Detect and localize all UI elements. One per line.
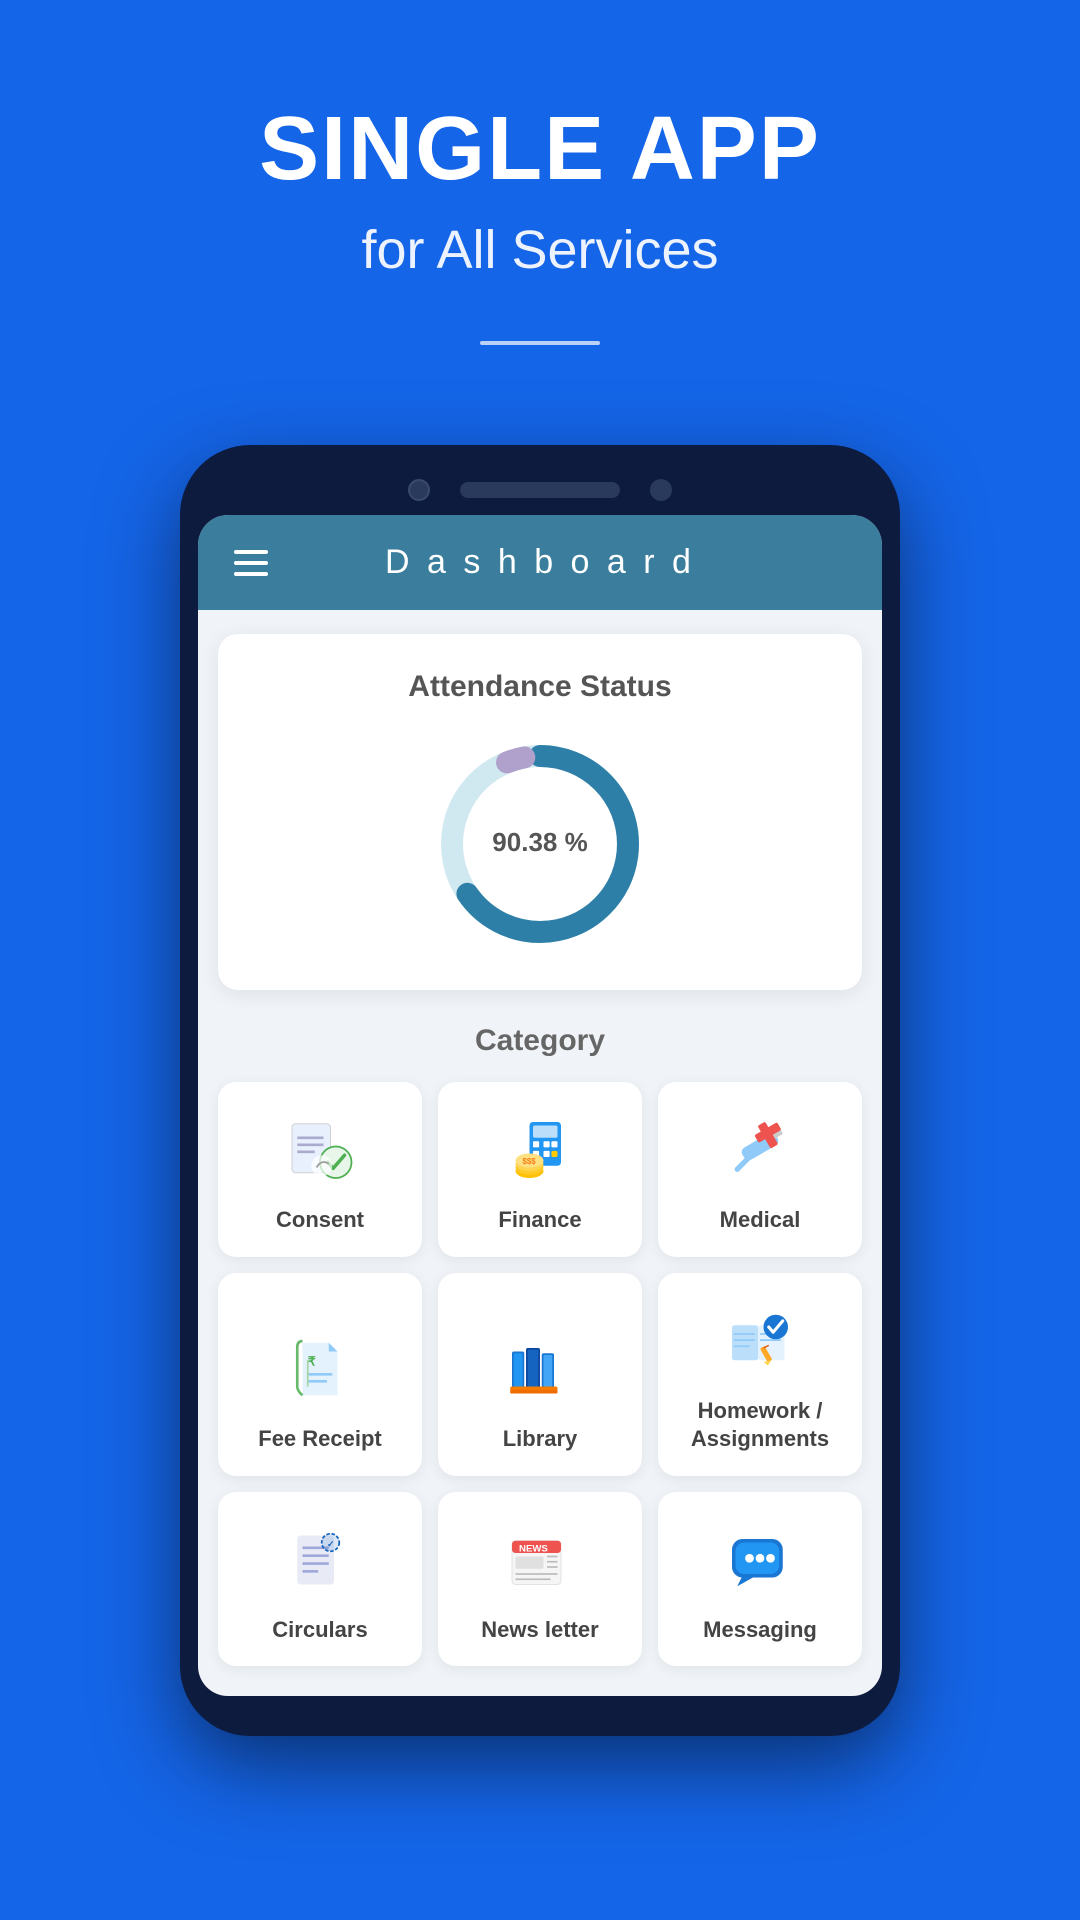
newsletter-label: News letter <box>481 1616 598 1645</box>
hero-section: SINGLE APP for All Services <box>0 0 1080 445</box>
hamburger-icon[interactable] <box>234 550 268 576</box>
attendance-card: Attendance Status 90.38 % <box>218 634 862 990</box>
medical-icon <box>720 1110 800 1190</box>
dashboard-title: D a s h b o a r d <box>385 543 695 582</box>
library-icon <box>500 1329 580 1409</box>
category-section: Category <box>198 1014 882 1696</box>
sensor-icon <box>650 479 672 501</box>
svg-text:$$$: $$$ <box>523 1157 537 1166</box>
category-item-fee-receipt[interactable]: ₹ Fee Receipt <box>218 1273 422 1476</box>
phone-notch <box>198 465 882 515</box>
category-title: Category <box>218 1024 862 1058</box>
circulars-label: Circulars <box>272 1616 367 1645</box>
phone-wrapper: D a s h b o a r d Attendance Status 90.3… <box>0 445 1080 1736</box>
fee-receipt-label: Fee Receipt <box>258 1425 382 1454</box>
library-label: Library <box>503 1425 578 1454</box>
speaker-grille <box>460 482 620 498</box>
attendance-status-label: Attendance Status <box>248 670 832 704</box>
medical-label: Medical <box>720 1206 801 1235</box>
finance-label: Finance <box>498 1206 581 1235</box>
finance-icon: $$$ <box>500 1110 580 1190</box>
circulars-icon: ✓ <box>280 1520 360 1600</box>
phone-screen: D a s h b o a r d Attendance Status 90.3… <box>198 515 882 1696</box>
category-item-homework[interactable]: Homework / Assignments <box>658 1273 862 1476</box>
attendance-percentage: 90.38 % <box>492 827 587 857</box>
category-item-finance[interactable]: $$$ Finance <box>438 1082 642 1257</box>
messaging-label: Messaging <box>703 1616 817 1645</box>
category-item-circulars[interactable]: ✓ Circulars <box>218 1492 422 1667</box>
homework-label: Homework / Assignments <box>672 1397 848 1454</box>
svg-text:₹: ₹ <box>308 1355 316 1369</box>
category-item-library[interactable]: Library <box>438 1273 642 1476</box>
phone-frame: D a s h b o a r d Attendance Status 90.3… <box>180 445 900 1736</box>
category-item-newsletter[interactable]: NEWS News letter <box>438 1492 642 1667</box>
hero-title: SINGLE APP <box>60 100 1020 199</box>
hero-subtitle: for All Services <box>60 219 1020 281</box>
hero-divider <box>480 341 600 345</box>
homework-icon <box>720 1301 800 1381</box>
newsletter-icon: NEWS <box>500 1520 580 1600</box>
consent-label: Consent <box>276 1206 364 1235</box>
svg-text:✓: ✓ <box>327 1539 334 1549</box>
camera-icon <box>408 479 430 501</box>
category-grid: Consent <box>218 1082 862 1666</box>
donut-chart: 90.38 % <box>248 734 832 954</box>
category-item-medical[interactable]: Medical <box>658 1082 862 1257</box>
category-item-consent[interactable]: Consent <box>218 1082 422 1257</box>
category-item-messaging[interactable]: Messaging <box>658 1492 862 1667</box>
dashboard-header: D a s h b o a r d <box>198 515 882 610</box>
messaging-icon <box>720 1520 800 1600</box>
consent-icon <box>280 1110 360 1190</box>
fee-receipt-icon: ₹ <box>280 1329 360 1409</box>
svg-text:NEWS: NEWS <box>519 1543 548 1554</box>
